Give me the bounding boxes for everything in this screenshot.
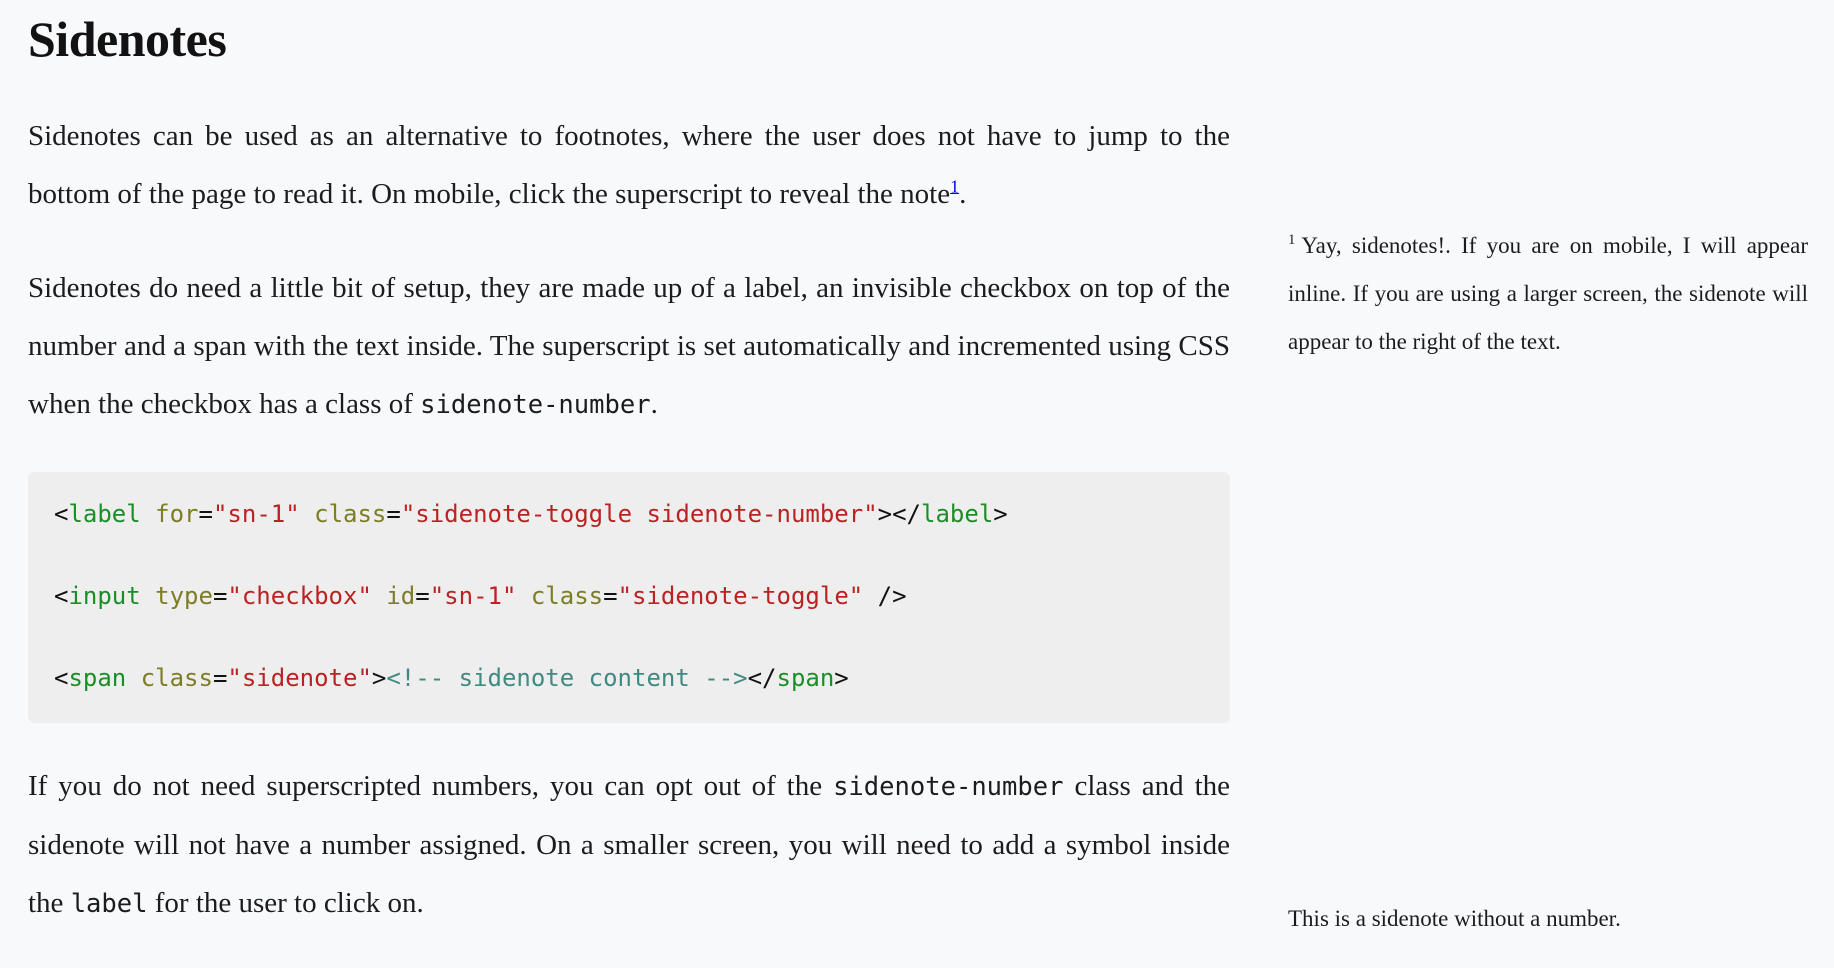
code-token-punct (300, 500, 314, 528)
paragraph-intro-text: Sidenotes can be used as an alternative … (28, 120, 1230, 210)
code-block-sidenote-markup: <label for="sn-1" class="sidenote-toggle… (28, 472, 1230, 723)
paragraph-setup: Sidenotes do need a little bit of setup,… (28, 259, 1230, 434)
code-token-punct: = (386, 500, 401, 528)
inline-code-sidenote-number-2: sidenote-number (833, 772, 1064, 802)
page-title: Sidenotes (28, 11, 227, 67)
sidenote-item: 1 Yay, sidenotes!. If you are on mobile, … (1288, 222, 1808, 366)
code-line: <label for="sn-1" class="sidenote-toggle… (54, 494, 1204, 535)
code-token-punct: /> (863, 582, 907, 610)
paragraph-optout-text-a: If you do not need superscripted numbers… (28, 770, 834, 802)
code-token-str: "checkbox" (227, 582, 372, 610)
code-token-punct: = (415, 582, 430, 610)
paragraph-setup-tail: . (650, 388, 658, 420)
code-token-punct (141, 582, 155, 610)
code-token-str: "sn-1" (212, 500, 300, 528)
code-token-attr: class (314, 500, 387, 528)
code-token-punct: = (212, 664, 228, 692)
code-token-punct: > (834, 664, 849, 692)
code-token-punct: </ (747, 664, 777, 692)
code-token-str: "sidenote-toggle" (617, 582, 864, 610)
code-token-punct: = (212, 582, 228, 610)
code-token-attr: id (386, 582, 416, 610)
code-token-punct: < (54, 500, 69, 528)
sidenote-superscript-toggle-1[interactable]: 1 (950, 176, 959, 196)
code-token-punct: = (603, 582, 618, 610)
code-token-attr: for (155, 500, 199, 528)
document-page: Sidenotes Sidenotes can be used as an al… (0, 0, 1834, 968)
code-token-punct: ></ (877, 500, 922, 528)
code-token-tag: label (921, 500, 994, 528)
paragraph-intro-tail: . (959, 178, 967, 210)
sidenote-text: Yay, sidenotes!. If you are on mobile, I… (1288, 233, 1808, 354)
code-line: <input type="checkbox" id="sn-1" class="… (54, 576, 1204, 617)
code-token-punct (516, 582, 530, 610)
code-token-str: "sn-1" (429, 582, 517, 610)
code-token-str: "sidenote" (227, 664, 372, 692)
paragraph-optout-text-c: for the user to click on. (147, 887, 424, 919)
code-token-punct: < (54, 582, 69, 610)
code-line: <span class="sidenote"><!-- sidenote con… (54, 658, 1204, 699)
code-token-tag: input (68, 582, 141, 610)
code-token-punct (372, 582, 386, 610)
paragraph-intro: Sidenotes can be used as an alternative … (28, 107, 1230, 223)
code-block-content: <label for="sn-1" class="sidenote-toggle… (54, 494, 1204, 699)
code-token-comment: <!-- sidenote content --> (386, 664, 748, 692)
code-token-punct: < (54, 664, 69, 692)
code-token-tag: span (68, 664, 127, 692)
inline-code-sidenote-number: sidenote-number (420, 390, 651, 420)
main-text-column: Sidenotes Sidenotes can be used as an al… (28, 0, 1230, 933)
code-token-str: "sidenote-toggle sidenote-number" (400, 500, 878, 528)
sidenote-number-label: 1 (1288, 232, 1296, 249)
sidenote-text: This is a sidenote without a number. (1288, 906, 1621, 931)
code-token-tag: label (68, 500, 141, 528)
code-token-attr: class (140, 664, 213, 692)
code-token-punct: > (993, 500, 1008, 528)
inline-code-label: label (70, 889, 148, 919)
code-token-attr: type (155, 582, 213, 610)
code-token-punct (126, 664, 140, 692)
code-token-tag: span (776, 664, 835, 692)
code-token-punct (141, 500, 155, 528)
code-token-attr: class (530, 582, 604, 610)
code-token-punct: = (198, 500, 213, 528)
paragraph-optout: If you do not need superscripted numbers… (28, 757, 1230, 933)
code-token-punct: > (371, 664, 387, 692)
sidenote-item: This is a sidenote without a number. (1288, 895, 1808, 943)
